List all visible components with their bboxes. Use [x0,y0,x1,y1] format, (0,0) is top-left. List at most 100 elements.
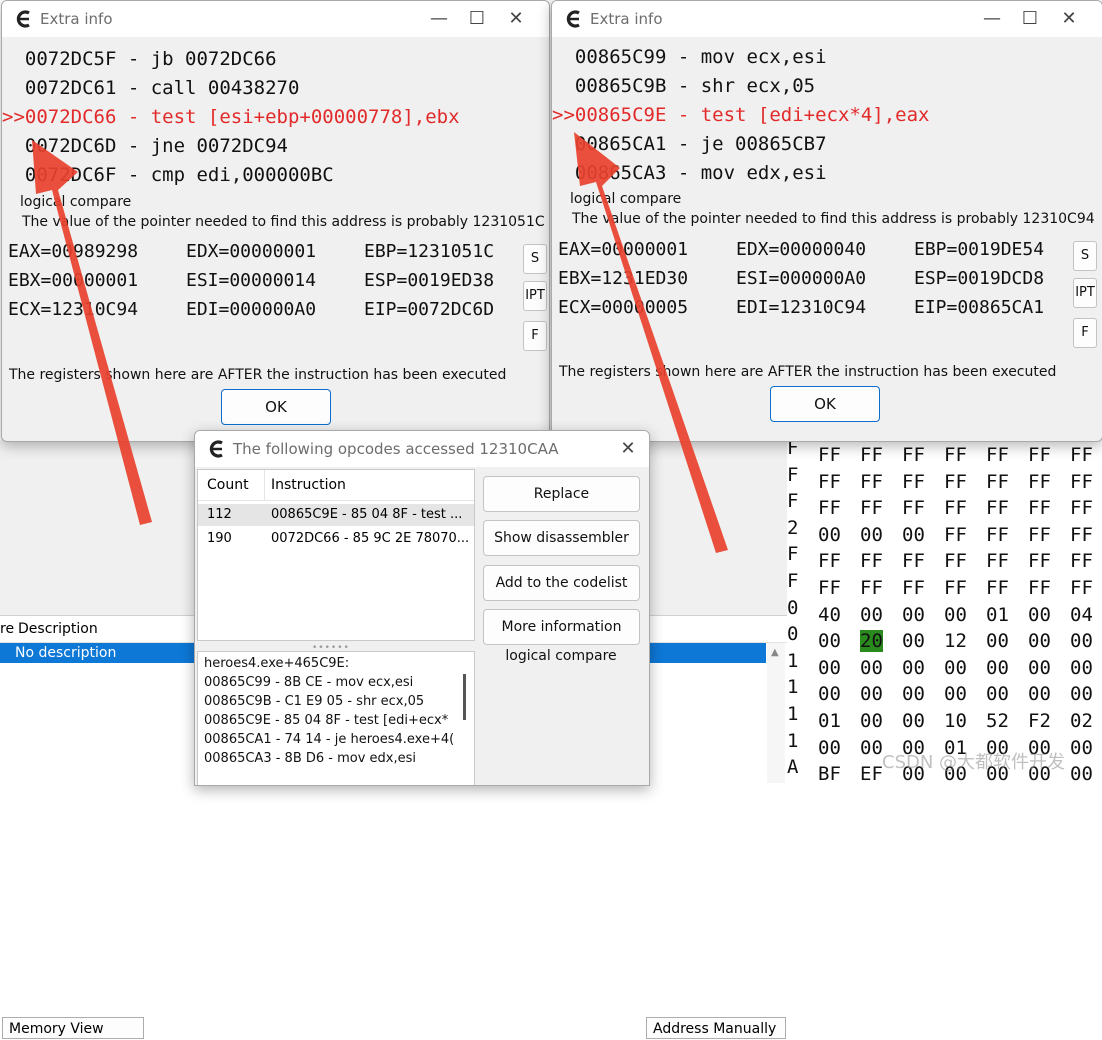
hex-byte[interactable]: F [787,541,804,567]
stack-button[interactable]: S [1073,241,1097,271]
registers-note: The registers shown here are AFTER the i… [559,364,1057,380]
column-header-count[interactable]: Count [207,470,249,500]
window-title: The following opcodes accessed 12310CAA [233,440,559,458]
asm-line-current: >>00865C9E - test [edi+ecx*4],eax [552,104,930,126]
instruction-description: logical compare [20,194,132,210]
hex-byte[interactable]: 0 [787,621,804,647]
ok-button[interactable]: OK [770,386,880,422]
registers-note: The registers shown here are AFTER the i… [9,367,507,383]
cheat-engine-icon [566,10,580,28]
asm-line: 00865C9B - shr ecx,05 [552,75,816,97]
hex-row[interactable]: 1 00 00 00 00 00 00 00 [787,674,1102,705]
hex-byte[interactable]: 0 [787,595,804,621]
hex-view[interactable]: F FF FF FF FF FF FF FF F FF FF FF FF FF FF FF F FF FF FF FF F… [787,430,1102,784]
register-ecx: ECX=12310C94 [8,299,139,320]
more-information-button[interactable]: More information [483,609,640,645]
instruction-description: logical compare [570,191,682,207]
hex-row[interactable]: 0 00 20 00 12 00 00 00 [787,621,1102,653]
hex-byte[interactable]: 2 [787,515,804,541]
title-bar[interactable]: Extra info — ☐ ✕ [2,1,549,37]
splitter-handle[interactable]: •••••• [197,643,473,653]
register-esi: ESI=00000014 [186,270,317,291]
register-edx: EDX=00000040 [736,239,867,260]
hex-row[interactable]: F FF FF FF FF FF FF FF [787,541,1102,572]
minimize-icon[interactable]: — [977,5,1007,33]
hex-row[interactable]: 0 40 00 00 00 01 00 04 [787,595,1102,626]
row-description: No description [15,645,117,661]
opcode-list[interactable]: Count Instruction 112 00865C9E - 85 04 8… [197,469,475,641]
extra-info-window-1: Extra info — ☐ ✕ 0072DC5F - jb 0072DC66 … [1,0,550,442]
hex-byte[interactable]: 1 [787,674,804,700]
add-to-codelist-button[interactable]: Add to the codelist [483,565,640,601]
hex-row[interactable]: F FF FF FF FF FF FF FF [787,488,1102,519]
close-icon[interactable]: ✕ [1054,5,1084,33]
register-eip: EIP=0072DC6D [364,299,495,320]
opcode-row[interactable]: 190 0072DC66 - 85 9C 2E 78070... [198,528,474,550]
register-ebx: EBX=00000001 [8,270,139,291]
instruction-description: logical compare [505,648,617,664]
extra-info-window-2: Extra info — ☐ ✕ 00865C99 - mov ecx,esi … [551,0,1102,442]
pointer-info-text: The value of the pointer needed to find … [572,211,1095,227]
column-header-instruction[interactable]: Instruction [271,470,346,500]
table-scrollbar[interactable]: ▲ [767,643,785,783]
code-scrollbar-thumb[interactable] [463,674,466,720]
float-button[interactable]: F [1073,318,1097,348]
window-title: Extra info [40,10,113,28]
memory-view-button[interactable]: Memory View [2,1017,144,1039]
column-header-description[interactable]: Description [18,616,98,642]
opcode-list-header: Count Instruction [198,470,474,501]
register-esp: ESP=0019DCD8 [914,268,1045,289]
hex-row[interactable]: F FF FF FF FF FF FF FF [787,568,1102,599]
hex-byte[interactable]: A [787,754,804,780]
hex-byte[interactable]: F [787,462,804,488]
register-eip: EIP=00865CA1 [914,297,1045,318]
opcode-count: 112 [207,507,232,522]
opcodes-accessed-dialog: The following opcodes accessed 12310CAA … [194,430,650,786]
title-bar[interactable]: The following opcodes accessed 12310CAA … [195,431,649,467]
column-divider[interactable] [264,470,265,500]
register-ebp: EBP=0019DE54 [914,239,1045,260]
hex-byte[interactable]: 1 [787,648,804,674]
asm-line: 0072DC6D - jne 0072DC94 [2,135,288,157]
watermark-text: CSDN @大都软件开发 [882,752,1066,773]
ok-button[interactable]: OK [221,389,331,425]
hex-row[interactable]: 1 01 00 00 10 52 F2 02 [787,701,1102,732]
add-address-manually-button[interactable]: Address Manually [646,1017,786,1039]
hex-row[interactable]: 2 00 00 00 FF FF FF FF [787,515,1102,546]
opcode-row[interactable]: 112 00865C9E - 85 04 8F - test ... [198,504,474,526]
ipt-button[interactable]: IPT [1073,278,1097,308]
float-button[interactable]: F [523,321,547,351]
memory-view-label: Memory View [9,1021,104,1037]
close-icon[interactable]: ✕ [613,435,643,463]
column-header-prev[interactable]: re [0,616,14,642]
asm-line: 0072DC6F - cmp edi,000000BC [2,164,334,186]
title-bar[interactable]: Extra info — ☐ ✕ [552,1,1102,37]
minimize-icon[interactable]: — [424,5,454,33]
ipt-button[interactable]: IPT [523,281,547,311]
hex-byte[interactable]: 1 [787,728,804,754]
disassembly-preview[interactable]: heroes4.exe+465C9E: 00865C99 - 8B CE - m… [197,651,475,785]
hex-byte[interactable]: F [787,568,804,594]
register-edi: EDI=000000A0 [186,299,317,320]
code-line: 00865C99 - 8B CE - mov ecx,esi [204,675,414,690]
close-icon[interactable]: ✕ [501,5,531,33]
register-edi: EDI=12310C94 [736,297,867,318]
asm-line: 00865C99 - mov ecx,esi [552,46,827,68]
register-ecx: ECX=00000005 [558,297,689,318]
hex-byte[interactable]: F [787,488,804,514]
cheat-engine-icon [209,440,223,458]
show-disassembler-button[interactable]: Show disassembler [483,520,640,556]
hex-byte[interactable]: 1 [787,701,804,727]
hex-row[interactable]: 1 00 00 00 00 00 00 00 [787,648,1102,679]
hex-row[interactable]: F FF FF FF FF FF FF FF [787,462,1102,493]
asm-line-current: >>0072DC66 - test [esi+ebp+00000778],ebx [2,106,460,128]
scroll-up-arrow-icon[interactable]: ▲ [771,647,779,658]
maximize-icon[interactable]: ☐ [1015,5,1045,33]
code-line: 00865C9B - C1 E9 05 - shr ecx,05 [204,694,425,709]
code-line: heroes4.exe+465C9E: [204,656,350,671]
stack-button[interactable]: S [523,244,547,274]
register-edx: EDX=00000001 [186,241,317,262]
replace-button[interactable]: Replace [483,476,640,512]
code-line: 00865CA1 - 74 14 - je heroes4.exe+4( [204,732,455,747]
maximize-icon[interactable]: ☐ [462,5,492,33]
